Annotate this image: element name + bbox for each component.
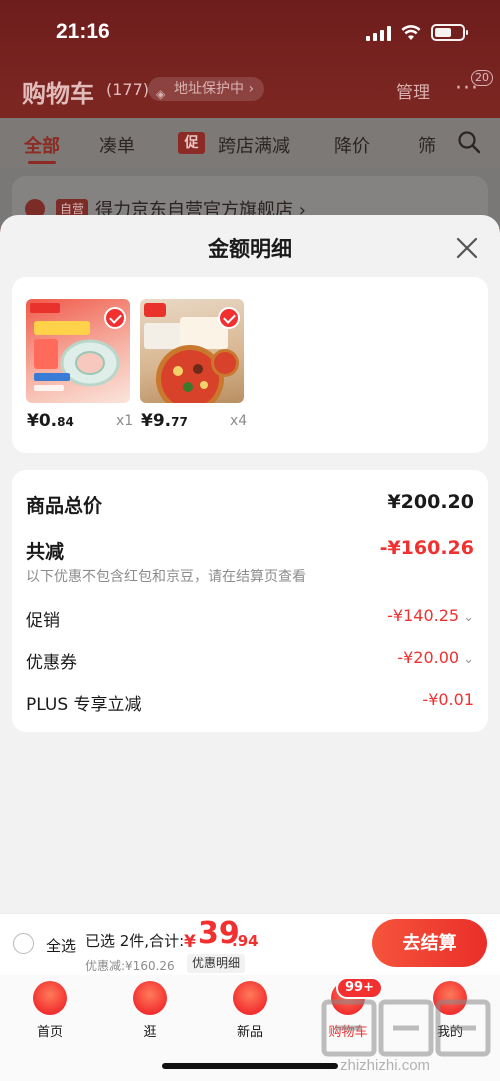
- tab-browse[interactable]: 逛: [114, 981, 186, 1041]
- goods-item[interactable]: ¥9.77 x4: [140, 299, 260, 449]
- tab-cross-store[interactable]: 跨店满减: [218, 132, 290, 158]
- checkout-bar: 全选 已选 2件,合计: ¥ 39 .94 优惠减:¥160.26 优惠明细 去…: [0, 913, 500, 975]
- total-currency: ¥: [184, 932, 196, 952]
- new-products-icon: [233, 981, 267, 1015]
- shield-icon: ◈: [156, 87, 166, 101]
- promotion-label: 促销: [26, 611, 60, 631]
- tab-new[interactable]: 新品: [214, 981, 286, 1041]
- chevron-right-icon: ›: [248, 81, 255, 97]
- cart-title: 购物车: [22, 80, 94, 108]
- goods-total-value: ¥200.20: [387, 491, 474, 513]
- select-all-radio[interactable]: [13, 933, 34, 954]
- home-indicator: [162, 1063, 338, 1069]
- plus-discount-value: -¥0.01: [422, 690, 474, 709]
- check-icon: [104, 307, 126, 329]
- address-protect-pill[interactable]: ◈ 地址保护中 ›: [148, 77, 265, 101]
- wifi-icon: [401, 25, 421, 40]
- check-icon: [218, 307, 240, 329]
- filter-bar: 全部 凑单 跨店满减 降价 筛: [0, 118, 500, 168]
- goods-price: ¥9.77: [141, 411, 188, 431]
- total-reduce-label: 共减: [26, 541, 65, 563]
- discount-summary: 优惠减:¥160.26: [85, 959, 175, 973]
- cellular-signal-icon: [366, 26, 391, 41]
- goods-quantity: x4: [230, 413, 248, 429]
- goods-total-label: 商品总价: [26, 495, 103, 517]
- manage-button[interactable]: 管理: [396, 78, 430, 103]
- status-bar: 21:16: [0, 0, 500, 64]
- coupon-label: 优惠券: [26, 653, 77, 673]
- amount-detail-sheet: 金额明细 ¥0.84 x1 ¥9.77 x4 商品总价 ¥200.20 共减 -…: [0, 215, 500, 913]
- sheet-title: 金额明细: [208, 237, 292, 261]
- status-time: 21:16: [56, 20, 110, 43]
- chevron-down-icon: ⌄: [463, 610, 474, 625]
- promo-tag: 促: [178, 132, 205, 154]
- home-icon: [33, 981, 67, 1015]
- amount-breakdown-card: 商品总价 ¥200.20 共减 -¥160.26 以下优惠不包含红包和京豆，请在…: [12, 470, 488, 732]
- promotion-value: -¥140.25 ⌄: [387, 606, 474, 625]
- watermark-text: zhizhizhi.com: [340, 1057, 431, 1074]
- battery-icon: [431, 24, 468, 41]
- cart-count: (177): [106, 80, 150, 99]
- tab-new-label: 新品: [236, 1025, 263, 1040]
- chevron-down-icon: ⌄: [463, 652, 474, 667]
- tab-all[interactable]: 全部: [24, 132, 60, 158]
- reduce-note: 以下优惠不包含红包和京豆，请在结算页查看: [26, 569, 306, 585]
- goods-item[interactable]: ¥0.84 x1: [26, 299, 146, 449]
- total-amount-decimal: .94: [232, 932, 259, 950]
- tab-browse-label: 逛: [143, 1025, 157, 1040]
- total-reduce-value: -¥160.26: [379, 537, 474, 559]
- checkout-button[interactable]: 去结算: [372, 919, 487, 967]
- address-protect-label: 地址保护中: [174, 81, 244, 97]
- close-icon[interactable]: [454, 235, 480, 261]
- pizza-product-image: [140, 299, 244, 403]
- coupon-value: -¥20.00 ⌄: [397, 648, 474, 667]
- cart-header: 购物车 (177) ◈ 地址保护中 › 管理 ··· 20: [0, 66, 500, 112]
- goods-quantity: x1: [116, 413, 134, 429]
- tab-home[interactable]: 首页: [14, 981, 86, 1041]
- selected-goods-card: ¥0.84 x1 ¥9.77 x4: [12, 277, 488, 453]
- discount-detail-link[interactable]: 优惠明细: [187, 954, 246, 973]
- message-badge: 20: [471, 70, 493, 86]
- selected-summary: 已选 2件,合计:: [85, 932, 185, 950]
- tab-price-drop[interactable]: 降价: [334, 132, 370, 158]
- browse-icon: [133, 981, 167, 1015]
- search-icon[interactable]: [457, 130, 481, 154]
- tab-home-label: 首页: [36, 1025, 63, 1040]
- tab-filter[interactable]: 筛: [418, 132, 436, 158]
- tape-product-image: [26, 299, 130, 403]
- goods-price: ¥0.84: [27, 411, 74, 431]
- select-all-label[interactable]: 全选: [46, 935, 76, 956]
- tab-bundle[interactable]: 凑单: [99, 132, 135, 158]
- tab-all-underline: [28, 161, 56, 164]
- plus-discount-label: PLUS 专享立减: [26, 695, 142, 715]
